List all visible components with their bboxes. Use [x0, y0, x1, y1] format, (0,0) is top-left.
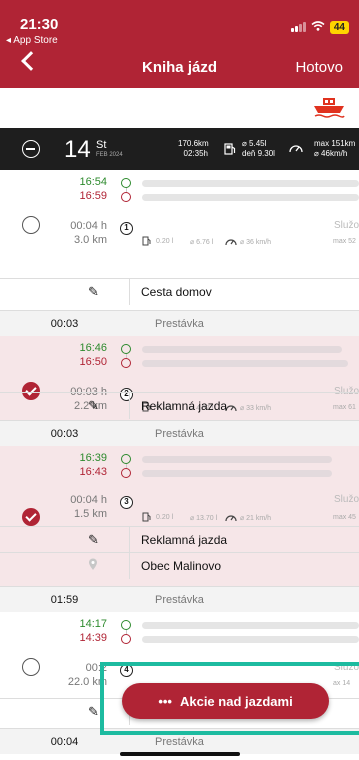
- status-time: 21:30: [20, 16, 59, 33]
- trip-end-time: 16:50: [79, 356, 107, 368]
- start-address-blurred: [142, 622, 359, 629]
- day-max-speed: max 151km: [314, 139, 356, 148]
- start-point-icon: [121, 178, 131, 188]
- speedometer-icon: [289, 145, 303, 153]
- day-avg-speed: ⌀ 46km/h: [314, 149, 348, 158]
- trip-actions-button[interactable]: ••• Akcie nad jazdami: [122, 683, 329, 719]
- day-number: 14: [64, 136, 91, 163]
- start-address-blurred: [142, 180, 359, 187]
- break-time: 00:04: [50, 736, 79, 748]
- fuel-pump-icon: [224, 143, 236, 155]
- day-weekday: St: [96, 139, 107, 151]
- trip-duration: 00:04 h: [70, 220, 107, 232]
- location-pin-icon: [88, 558, 98, 574]
- trip-start-time: 16:46: [79, 342, 107, 354]
- trip-distance: 3.0 km: [73, 234, 107, 246]
- pencil-icon: ✎: [88, 704, 99, 719]
- trip-category: Služo: [333, 494, 359, 505]
- trip-fuel: 0.20 l: [156, 514, 174, 521]
- day-consumption: deň 9.30l: [242, 149, 275, 158]
- trip-item[interactable]: 16:39 16:43 00:04 h 1.5 km 3 Služo 0.20 …: [0, 446, 359, 586]
- trip-note-row[interactable]: ✎ Cesta domov: [0, 278, 359, 305]
- top-bar: 21:30 ◂ App Store 44 Kniha jázd Hotovo: [0, 0, 359, 88]
- trip-speed-max: max 52: [333, 238, 356, 245]
- start-point-icon: [121, 344, 131, 354]
- trip-note: Cesta domov: [141, 285, 212, 299]
- day-month: FEB 2024: [96, 152, 123, 158]
- end-address-blurred: [142, 194, 359, 201]
- trip-note: Reklamná jazda: [141, 399, 228, 413]
- start-address-blurred: [142, 456, 332, 463]
- trip-number: 3: [120, 496, 133, 509]
- end-address-blurred: [142, 360, 348, 367]
- start-point-icon: [121, 620, 131, 630]
- trip-start-time: 14:17: [79, 618, 107, 630]
- battery-indicator: 44: [329, 20, 349, 34]
- trip-place-row[interactable]: Obec Malinovo: [0, 552, 359, 579]
- day-avg-consumption: ⌀ 5.45l: [242, 139, 267, 148]
- trip-select-checkbox[interactable]: [22, 508, 40, 526]
- wifi-icon: [311, 20, 325, 34]
- pencil-icon: ✎: [88, 532, 99, 547]
- trip-fuel-avg: ⌀ 6.76 l: [190, 239, 214, 246]
- end-point-icon: [121, 192, 131, 202]
- home-indicator: [120, 752, 240, 756]
- done-button[interactable]: Hotovo: [295, 59, 343, 76]
- trip-note: Reklamná jazda: [141, 533, 228, 547]
- status-indicators: 44: [290, 20, 349, 34]
- collapse-day-icon[interactable]: [22, 140, 40, 158]
- trip-start-time: 16:54: [79, 176, 107, 188]
- end-point-icon: [121, 358, 131, 368]
- trip-end-time: 14:39: [79, 632, 107, 644]
- trip-start-time: 16:39: [79, 452, 107, 464]
- start-address-blurred: [142, 346, 342, 353]
- trip-number: 1: [120, 222, 133, 235]
- fuel-pump-icon: [142, 512, 151, 522]
- trip-select-checkbox[interactable]: [22, 658, 40, 676]
- trip-end-time: 16:59: [79, 190, 107, 202]
- break-label: Prestávka: [155, 736, 204, 748]
- start-point-icon: [121, 454, 131, 464]
- trip-place: Obec Malinovo: [141, 559, 222, 573]
- trip-fuel-avg: ⌀ 13.70 l: [190, 515, 218, 522]
- speedometer-icon: [225, 239, 237, 246]
- trip-select-checkbox[interactable]: [22, 216, 40, 234]
- vehicle-row: [0, 88, 359, 128]
- trip-speed-max: max 45: [333, 514, 356, 521]
- more-dots-icon: •••: [158, 693, 172, 709]
- day-distance: 170.6km: [178, 139, 209, 148]
- pencil-icon: ✎: [88, 398, 99, 413]
- day-duration: 02:35h: [183, 149, 208, 158]
- signal-icon: [290, 22, 306, 32]
- back-to-app-store[interactable]: ◂ App Store: [6, 35, 58, 46]
- trip-actions-label: Akcie nad jazdami: [179, 693, 293, 709]
- trip-category: Služo: [333, 220, 359, 231]
- end-point-icon: [121, 468, 131, 478]
- pencil-icon: ✎: [88, 284, 99, 299]
- trip-note-row[interactable]: ✎ Reklamná jazda: [0, 392, 359, 419]
- day-summary: 14 St FEB 2024 170.6km 02:35h ⌀ 5.45l de…: [0, 128, 359, 170]
- fuel-pump-icon: [142, 236, 151, 246]
- trip-fuel: 0.20 l: [156, 238, 174, 245]
- end-address-blurred: [142, 636, 359, 643]
- trip-note-row[interactable]: ✎ Reklamná jazda: [0, 526, 359, 553]
- speedometer-icon: [225, 515, 237, 522]
- end-point-icon: [121, 634, 131, 644]
- trip-item[interactable]: 16:54 16:59 00:04 h 3.0 km 1 Služo 0.20 …: [0, 170, 359, 308]
- trip-duration: 00:04 h: [70, 494, 107, 506]
- trip-speed-avg: ⌀ 36 km/h: [240, 239, 272, 246]
- trip-speed-avg: ⌀ 21 km/h: [240, 515, 272, 522]
- end-address-blurred: [142, 470, 332, 477]
- trip-distance: 1.5 km: [73, 508, 107, 520]
- boat-icon[interactable]: [313, 96, 345, 118]
- trip-end-time: 16:43: [79, 466, 107, 478]
